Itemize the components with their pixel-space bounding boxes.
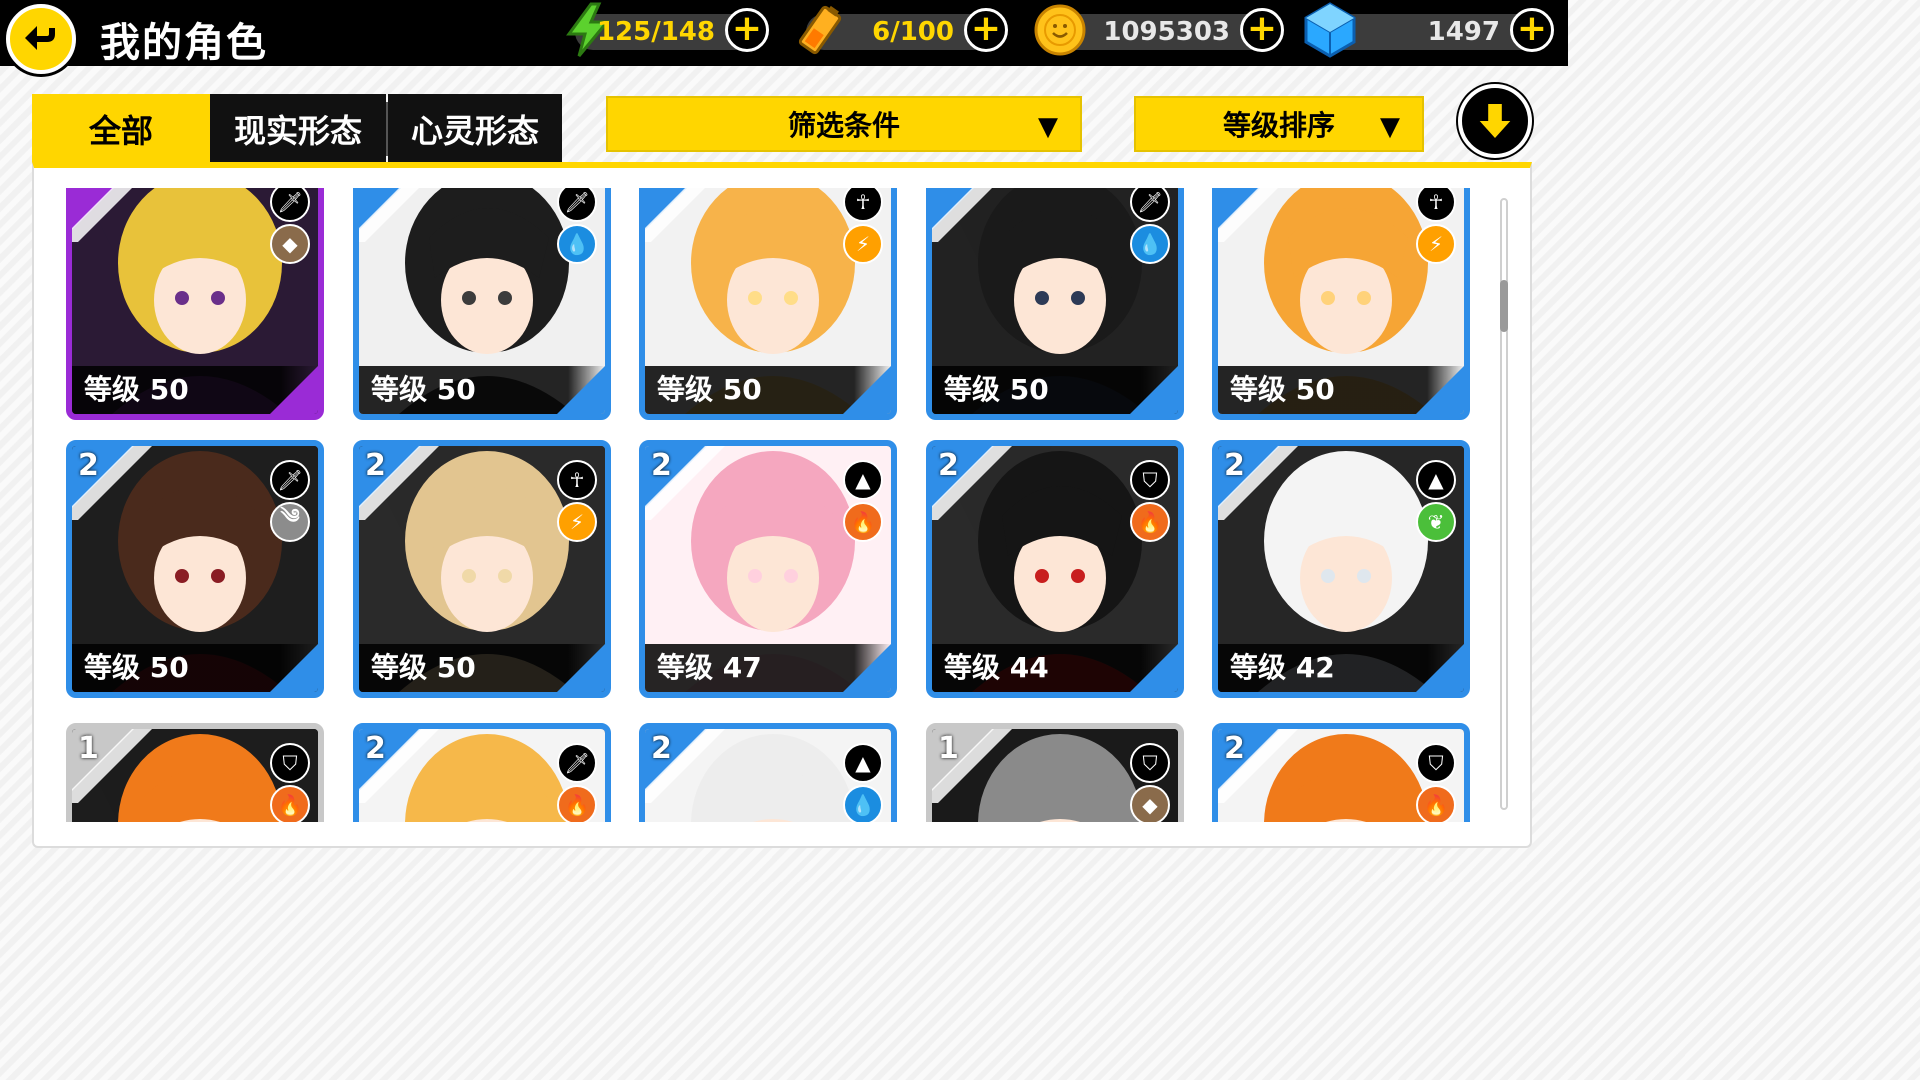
add-gold-button[interactable]: + bbox=[1240, 8, 1284, 52]
page-title: 我的角色 bbox=[100, 20, 268, 66]
back-button[interactable] bbox=[6, 4, 76, 74]
gold-coin-icon bbox=[1034, 4, 1086, 56]
star-rank: 2 bbox=[1224, 448, 1245, 483]
battery-current: 6 bbox=[872, 17, 891, 47]
add-energy-button[interactable]: + bbox=[725, 8, 769, 52]
character-card[interactable]: 2 ☥ ⚡ 等级 50 bbox=[353, 440, 611, 698]
star-rank: 2 bbox=[365, 448, 386, 483]
thunder-icon: ⚡ bbox=[843, 224, 883, 264]
character-card[interactable]: 2 ⛉ 🔥 等级 44 bbox=[926, 440, 1184, 698]
tab-spirit-form[interactable]: 心灵形态 bbox=[388, 94, 562, 164]
battery-icon bbox=[798, 5, 842, 55]
fire-icon: 🔥 bbox=[1416, 785, 1456, 822]
character-level: 等级 50 bbox=[84, 651, 189, 684]
character-card[interactable]: ☥ ⚡ 等级 50 bbox=[1212, 188, 1470, 420]
triforce-icon: ▲ bbox=[843, 460, 883, 500]
chevron-down-icon: ▼ bbox=[1380, 112, 1400, 142]
fire-icon: 🔥 bbox=[270, 785, 310, 822]
add-diamond-button[interactable]: + bbox=[1510, 8, 1554, 52]
leaf-icon: ❦ bbox=[1416, 502, 1456, 542]
character-level: 等级 50 bbox=[657, 373, 762, 406]
sort-dropdown[interactable]: 等级排序 ▼ bbox=[1134, 96, 1424, 152]
fire-icon: 🔥 bbox=[1130, 502, 1170, 542]
star-rank: 2 bbox=[365, 731, 386, 766]
shield-icon: ⛉ bbox=[1130, 743, 1170, 783]
character-level: 等级 50 bbox=[371, 373, 476, 406]
back-arrow-icon bbox=[25, 26, 55, 50]
energy-resource: 125/148 + bbox=[566, 2, 769, 57]
fire-icon: 🔥 bbox=[843, 502, 883, 542]
character-level: 等级 50 bbox=[371, 651, 476, 684]
sort-dropdown-label: 等级排序 bbox=[1222, 109, 1335, 142]
tab-reality-form[interactable]: 现实形态 bbox=[210, 94, 386, 164]
star-rank: 1 bbox=[78, 731, 99, 766]
triforce-icon: ▲ bbox=[1416, 460, 1456, 500]
earth-icon: ◆ bbox=[1130, 785, 1170, 822]
character-level: 等级 50 bbox=[1230, 373, 1335, 406]
water-icon: 💧 bbox=[1130, 224, 1170, 264]
blue-diamond-icon bbox=[1304, 2, 1356, 58]
character-level: 等级 42 bbox=[1230, 651, 1335, 684]
sort-direction-button[interactable] bbox=[1458, 84, 1532, 158]
wind-icon: ༄ bbox=[270, 502, 310, 542]
chevron-down-icon: ▼ bbox=[1038, 112, 1058, 142]
filter-dropdown[interactable]: 筛选条件 ▼ bbox=[606, 96, 1082, 152]
battery-separator: / bbox=[890, 17, 900, 47]
character-card[interactable]: 1 ⛉ 🔥 bbox=[66, 723, 324, 822]
fire-icon: 🔥 bbox=[557, 785, 597, 822]
character-card[interactable]: 1 ⛉ ◆ bbox=[926, 723, 1184, 822]
scrollbar-thumb[interactable] bbox=[1500, 280, 1508, 332]
character-card[interactable]: 2 🗡 🔥 bbox=[353, 723, 611, 822]
add-battery-button[interactable]: + bbox=[964, 8, 1008, 52]
water-icon: 💧 bbox=[557, 224, 597, 264]
battery-max: 100 bbox=[899, 17, 954, 47]
character-level: 等级 47 bbox=[657, 651, 762, 684]
sword-icon: 🗡 bbox=[557, 743, 597, 783]
arrow-down-icon bbox=[1479, 104, 1511, 138]
energy-current: 125 bbox=[596, 17, 652, 47]
character-grid: 🗡 ◆ 等级 50 🗡 💧 等级 50 ☥ ⚡ 等级 50 🗡 💧 等级 50 ☥ ⚡ 等级 50 2 🗡 ༄ 等级… bbox=[34, 188, 1494, 822]
character-level: 等级 50 bbox=[944, 373, 1049, 406]
gold-resource: 1095303 + bbox=[1034, 4, 1284, 56]
diamond-amount: 1497 bbox=[1427, 17, 1500, 47]
thunder-icon: ⚡ bbox=[1416, 224, 1456, 264]
star-rank: 2 bbox=[651, 448, 672, 483]
star-rank: 1 bbox=[938, 731, 959, 766]
character-card[interactable]: ☥ ⚡ 等级 50 bbox=[639, 188, 897, 420]
earth-icon: ◆ bbox=[270, 224, 310, 264]
battery-resource: 6/100 + bbox=[798, 5, 1008, 55]
character-card[interactable]: 🗡 ◆ 等级 50 bbox=[66, 188, 324, 420]
star-rank: 2 bbox=[1224, 731, 1245, 766]
character-card[interactable]: 2 ⛉ 🔥 bbox=[1212, 723, 1470, 822]
energy-separator: / bbox=[651, 17, 661, 47]
star-rank: 2 bbox=[651, 731, 672, 766]
shield-icon: ⛉ bbox=[1130, 460, 1170, 500]
shield-icon: ⛉ bbox=[270, 743, 310, 783]
shield-icon: ⛉ bbox=[1416, 743, 1456, 783]
thunder-icon: ⚡ bbox=[557, 502, 597, 542]
energy-max: 148 bbox=[660, 17, 715, 47]
character-card[interactable]: 🗡 💧 等级 50 bbox=[926, 188, 1184, 420]
triforce-icon: ▲ bbox=[843, 743, 883, 783]
character-card[interactable]: 2 🗡 ༄ 等级 50 bbox=[66, 440, 324, 698]
character-level: 等级 50 bbox=[84, 373, 189, 406]
character-card[interactable]: 2 ▲ 💧 bbox=[639, 723, 897, 822]
star-rank: 2 bbox=[78, 448, 99, 483]
character-card[interactable]: 2 ▲ 🔥 等级 47 bbox=[639, 440, 897, 698]
filter-dropdown-label: 筛选条件 bbox=[787, 109, 900, 142]
diamond-resource: 1497 + bbox=[1304, 2, 1554, 58]
character-level: 等级 44 bbox=[944, 651, 1049, 684]
character-card[interactable]: 🗡 💧 等级 50 bbox=[353, 188, 611, 420]
character-card[interactable]: 2 ▲ ❦ 等级 42 bbox=[1212, 440, 1470, 698]
water-icon: 💧 bbox=[843, 785, 883, 822]
star-rank: 2 bbox=[938, 448, 959, 483]
ankh-icon: ☥ bbox=[557, 460, 597, 500]
gold-amount: 1095303 bbox=[1103, 17, 1230, 47]
tab-all[interactable]: 全部 bbox=[32, 94, 210, 164]
